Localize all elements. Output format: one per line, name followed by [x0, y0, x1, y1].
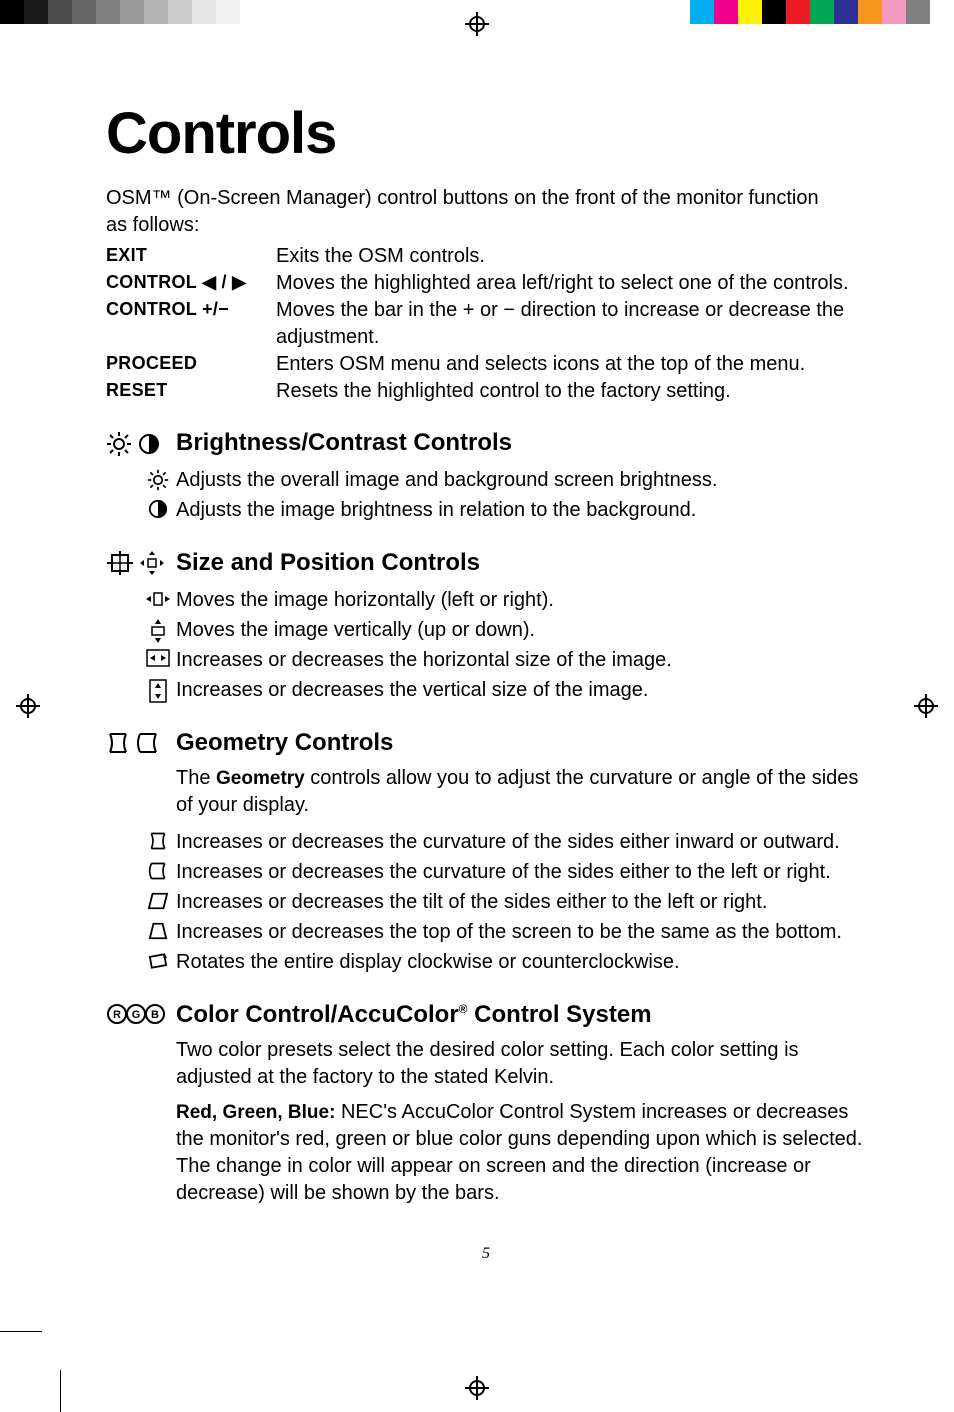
intro-line-1: OSM™ (On-Screen Manager) control buttons…: [106, 187, 819, 209]
pincushion-icon: [106, 731, 130, 755]
intro-line-2: as follows:: [106, 214, 199, 236]
reset-desc: Resets the highlighted control to the fa…: [276, 378, 866, 405]
color-para-1: Two color presets select the desired col…: [176, 1037, 866, 1091]
control-leftright-label: CONTROL ◀ / ▶: [106, 270, 276, 297]
registration-mark-icon: [465, 12, 489, 36]
exit-label: EXIT: [106, 243, 276, 270]
trapezoid-text: Increases or decreases the top of the sc…: [176, 917, 866, 947]
pincushion-balance-icon: [136, 731, 160, 755]
contrast-icon: [140, 495, 176, 519]
pincushion-balance-icon: [140, 857, 176, 881]
trapezoid-icon: [140, 917, 176, 941]
control-plusminus-desc: Moves the bar in the + or − direction to…: [276, 297, 866, 351]
h-position-icon: [140, 585, 176, 609]
pincushion-balance-text: Increases or decreases the curvature of …: [176, 857, 866, 887]
h-position-text: Moves the image horizontally (left or ri…: [176, 585, 866, 615]
crop-mark: [60, 1370, 61, 1412]
contrast-item-text: Adjusts the image brightness in relation…: [176, 495, 866, 525]
exit-desc: Exits the OSM controls.: [276, 243, 866, 270]
brightness-item-text: Adjusts the overall image and background…: [176, 465, 866, 495]
color-para-2: Red, Green, Blue: NEC's AccuColor Contro…: [176, 1099, 866, 1207]
reset-label: RESET: [106, 378, 276, 405]
control-leftright-desc: Moves the highlighted area left/right to…: [276, 270, 866, 297]
contrast-icon: [138, 433, 160, 455]
parallelogram-icon: [140, 887, 176, 911]
control-buttons-table: EXIT Exits the OSM controls. CONTROL ◀ /…: [106, 243, 866, 405]
h-size-text: Increases or decreases the horizontal si…: [176, 645, 866, 675]
geometry-intro: The Geometry controls allow you to adjus…: [176, 765, 866, 819]
v-position-icon: [140, 615, 176, 643]
svg-text:R: R: [113, 1009, 121, 1021]
parallelogram-text: Increases or decreases the tilt of the s…: [176, 887, 866, 917]
pincushion-text: Increases or decreases the curvature of …: [176, 827, 866, 857]
v-size-icon: [140, 675, 176, 703]
brightness-icon: [140, 465, 176, 491]
sizepos-heading: Size and Position Controls: [176, 549, 866, 577]
control-plusminus-label: CONTROL +/−: [106, 297, 276, 351]
registration-mark-icon: [465, 1376, 489, 1400]
geometry-section: Geometry Controls The Geometry controls …: [106, 729, 866, 977]
svg-text:B: B: [151, 1009, 159, 1021]
cmyk-colorbar: [666, 0, 954, 24]
proceed-label: PROCEED: [106, 351, 276, 378]
color-control-section: R G B Color Control/AccuColor® Control S…: [106, 1001, 866, 1215]
brightness-icon: [106, 431, 132, 457]
brightness-contrast-section: Brightness/Contrast Controls Adjusts the…: [106, 429, 866, 525]
geometry-heading: Geometry Controls: [176, 729, 866, 757]
size-icon: [106, 551, 134, 575]
page-title: Controls: [106, 100, 866, 167]
registration-mark-icon: [914, 694, 938, 718]
grayscale-colorbar: [0, 0, 264, 24]
size-position-section: Size and Position Controls Moves the ima…: [106, 549, 866, 705]
registration-mark-icon: [16, 694, 40, 718]
rotation-icon: [140, 947, 176, 971]
page-content: Controls OSM™ (On-Screen Manager) contro…: [106, 100, 866, 1215]
intro-text: OSM™ (On-Screen Manager) control buttons…: [106, 185, 866, 239]
proceed-desc: Enters OSM menu and selects icons at the…: [276, 351, 866, 378]
rgb-icon: R G B: [106, 1003, 166, 1025]
v-size-text: Increases or decreases the vertical size…: [176, 675, 866, 705]
v-position-text: Moves the image vertically (up or down).: [176, 615, 866, 645]
brightness-heading: Brightness/Contrast Controls: [176, 429, 866, 457]
page-number: 5: [106, 1245, 866, 1263]
pincushion-icon: [140, 827, 176, 851]
rotation-text: Rotates the entire display clockwise or …: [176, 947, 866, 977]
crop-mark: [0, 1331, 42, 1332]
h-size-icon: [140, 645, 176, 667]
svg-text:G: G: [132, 1009, 141, 1021]
position-icon: [140, 551, 164, 575]
color-heading: Color Control/AccuColor® Control System: [176, 1001, 866, 1029]
